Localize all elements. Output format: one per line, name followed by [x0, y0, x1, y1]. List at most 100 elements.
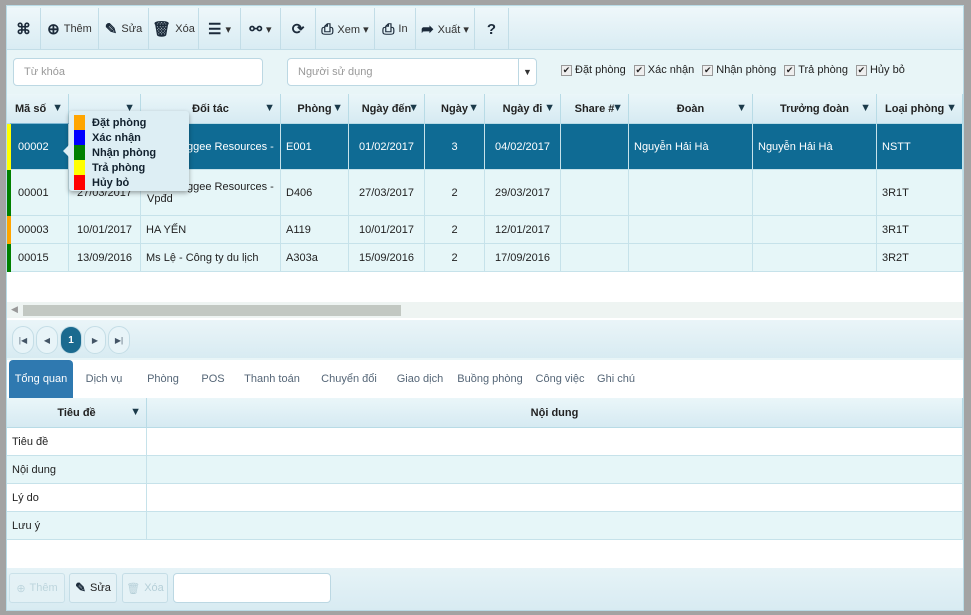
column-header[interactable]: Ngày đến ▼ — [349, 94, 425, 124]
filter-icon[interactable]: ▼ — [544, 102, 555, 114]
table-cell[interactable] — [753, 216, 877, 244]
table-cell[interactable]: 29/03/2017 — [485, 170, 561, 216]
table-cell[interactable]: Nguyễn Hải Hà — [629, 124, 753, 170]
tab-9[interactable]: Ghi chú — [591, 360, 641, 398]
detail-header-title[interactable]: Tiêu đề ▼ — [7, 398, 147, 428]
filter-icon[interactable]: ▼ — [946, 102, 957, 114]
checkbox-icon[interactable]: ✔ — [702, 64, 714, 76]
toolbar-button-print[interactable]: ⎙ In — [375, 8, 416, 50]
user-select[interactable]: Người sử dụng ▼ — [287, 58, 537, 86]
table-cell[interactable]: 2 — [425, 216, 485, 244]
table-cell[interactable]: Ms Lệ - Công ty du lịch — [141, 244, 281, 272]
table-cell[interactable] — [561, 244, 629, 272]
tab-2[interactable]: Phòng — [135, 360, 191, 398]
filter-icon[interactable]: ▼ — [468, 102, 479, 114]
tab-3[interactable]: POS — [191, 360, 235, 398]
column-header[interactable]: Mã số ▼ — [7, 94, 69, 124]
column-header[interactable]: Share # ▼ — [561, 94, 629, 124]
table-cell[interactable] — [629, 244, 753, 272]
table-cell[interactable]: 3R1T — [877, 170, 963, 216]
keyword-input[interactable]: Từ khóa — [13, 58, 263, 86]
checkbox-icon[interactable]: ✔ — [633, 64, 645, 76]
table-cell[interactable]: A119 — [281, 216, 349, 244]
table-cell[interactable]: 13/09/2016 — [69, 244, 141, 272]
table-cell[interactable]: 2 — [425, 244, 485, 272]
checkbox-icon[interactable]: ✔ — [855, 64, 867, 76]
detail-row-content[interactable] — [147, 484, 963, 512]
toolbar-button-help[interactable]: ? — [475, 8, 509, 50]
toolbar-button-plus-circle[interactable]: ⊕ Thêm — [41, 8, 99, 50]
add-button[interactable]: ⊕ Thêm — [9, 573, 65, 603]
toolbar-button-menu[interactable]: ☰ ▾ — [199, 8, 241, 50]
column-header[interactable]: Ngày đi ▼ — [485, 94, 561, 124]
filter-icon[interactable]: ▼ — [736, 102, 747, 114]
table-cell[interactable] — [561, 170, 629, 216]
filter-icon[interactable]: ▼ — [612, 102, 623, 114]
filter-icon[interactable]: ▼ — [332, 102, 343, 114]
table-cell[interactable]: 00015 — [11, 244, 69, 272]
table-cell[interactable]: 10/01/2017 — [69, 216, 141, 244]
detail-row-title[interactable]: Lưu ý — [7, 512, 147, 540]
horizontal-scrollbar[interactable]: ◀ — [7, 302, 963, 318]
detail-row-content[interactable] — [147, 428, 963, 456]
toolbar-button-pencil[interactable]: ✎ Sửa — [99, 8, 149, 50]
edit-button[interactable]: ✎ Sửa — [69, 573, 117, 603]
filter-icon[interactable]: ▼ — [264, 102, 275, 114]
table-cell[interactable] — [629, 170, 753, 216]
dropdown-arrow-icon[interactable]: ▼ — [518, 59, 536, 85]
table-cell[interactable]: 15/09/2016 — [349, 244, 425, 272]
scroll-left-icon[interactable]: ◀ — [11, 304, 18, 315]
bottom-text-input[interactable] — [173, 573, 331, 603]
column-header[interactable]: Phòng ▼ — [281, 94, 349, 124]
page-1-button[interactable]: 1 — [60, 326, 82, 354]
table-cell[interactable]: E001 — [281, 124, 349, 170]
detail-row-content[interactable] — [147, 456, 963, 484]
status-checkbox[interactable]: ✔ Trả phòng — [784, 64, 848, 76]
detail-row-content[interactable] — [147, 512, 963, 540]
table-cell[interactable]: 10/01/2017 — [349, 216, 425, 244]
table-cell[interactable]: 01/02/2017 — [349, 124, 425, 170]
table-cell[interactable] — [629, 216, 753, 244]
table-cell[interactable]: 04/02/2017 — [485, 124, 561, 170]
table-cell[interactable]: Nguyễn Hải Hà — [753, 124, 877, 170]
next-page-button[interactable]: ▶ — [84, 326, 106, 354]
tab-4[interactable]: Thanh toán — [235, 360, 309, 398]
tab-1[interactable]: Dịch vụ — [73, 360, 135, 398]
toolbar-button-binoculars[interactable]: ⌘ — [7, 8, 41, 50]
last-page-button[interactable]: ▶| — [108, 326, 130, 354]
filter-icon[interactable]: ▼ — [130, 406, 141, 418]
column-header[interactable]: Đoàn ▼ — [629, 94, 753, 124]
table-cell[interactable]: HA YẾN — [141, 216, 281, 244]
column-header[interactable]: Trưởng đoàn ▼ — [753, 94, 877, 124]
status-checkbox[interactable]: ✔ Hủy bỏ — [855, 64, 905, 76]
toolbar-button-link[interactable]: ⚯ ▾ — [241, 8, 281, 50]
table-cell[interactable]: 3R2T — [877, 244, 963, 272]
table-cell[interactable]: 3 — [425, 124, 485, 170]
delete-button[interactable]: 🗑 Xóa — [122, 573, 168, 603]
detail-row-title[interactable]: Tiêu đề — [7, 428, 147, 456]
tab-7[interactable]: Buồng phòng — [451, 360, 529, 398]
table-cell[interactable]: D406 — [281, 170, 349, 216]
status-checkbox[interactable]: ✔ Đặt phòng — [561, 64, 626, 76]
filter-icon[interactable]: ▼ — [408, 102, 419, 114]
table-cell[interactable]: 27/03/2017 — [349, 170, 425, 216]
first-page-button[interactable]: |◀ — [12, 326, 34, 354]
table-cell[interactable]: 2 — [425, 170, 485, 216]
scrollbar-thumb[interactable] — [23, 305, 401, 316]
table-cell[interactable]: 12/01/2017 — [485, 216, 561, 244]
toolbar-button-share[interactable]: ➦ Xuất ▾ — [416, 8, 475, 50]
table-cell[interactable]: A303a — [281, 244, 349, 272]
table-cell[interactable]: 00001 — [11, 170, 69, 216]
column-header[interactable]: Loại phòng ▼ — [877, 94, 963, 124]
status-checkbox[interactable]: ✔ Xác nhận — [633, 64, 694, 76]
column-header[interactable]: Ngày ▼ — [425, 94, 485, 124]
toolbar-button-refresh[interactable]: ⟳ — [281, 8, 316, 50]
table-cell[interactable] — [753, 170, 877, 216]
toolbar-button-trash[interactable]: 🗑 Xóa — [149, 8, 199, 50]
filter-icon[interactable]: ▼ — [860, 102, 871, 114]
table-cell[interactable]: 00002 — [10, 123, 70, 171]
tab-6[interactable]: Giao dịch — [389, 360, 451, 398]
table-cell[interactable]: 00003 — [11, 216, 69, 244]
tab-8[interactable]: Công việc — [529, 360, 591, 398]
detail-row-title[interactable]: Lý do — [7, 484, 147, 512]
